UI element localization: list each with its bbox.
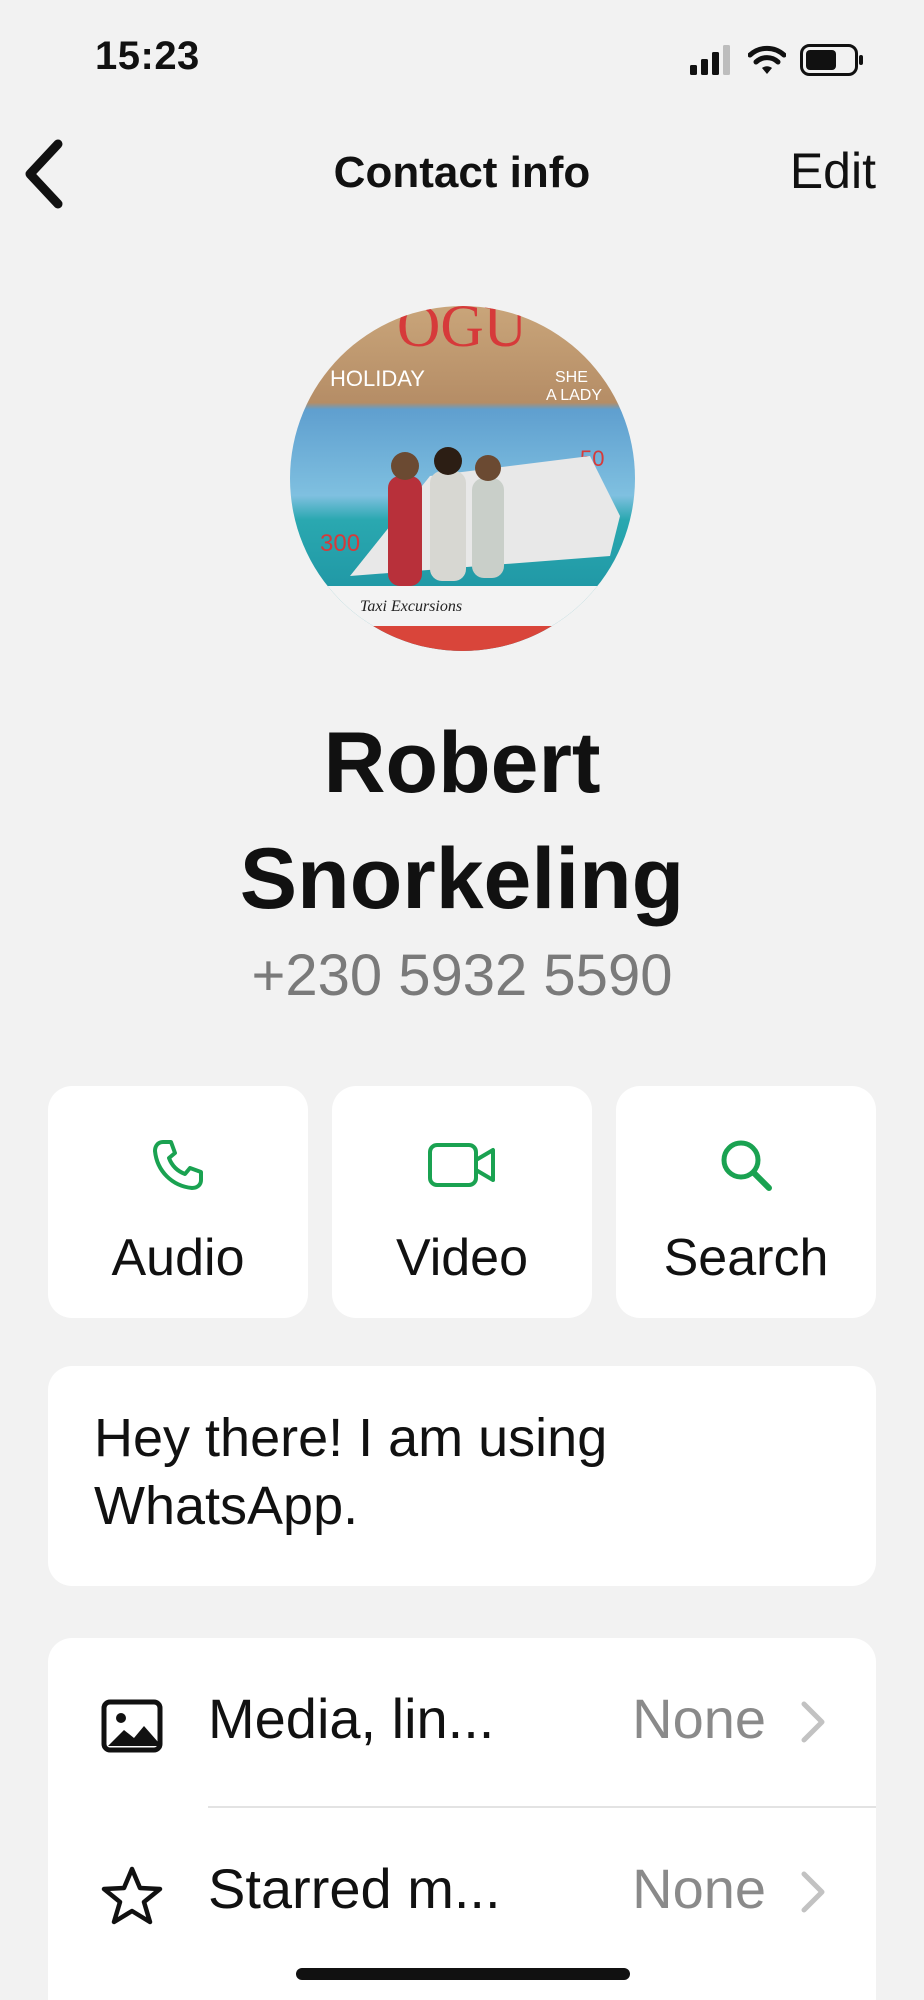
page-title: Contact info: [333, 148, 591, 197]
media-row-label: Media, lin...: [208, 1687, 495, 1750]
about-card[interactable]: Hey there! I am using WhatsApp.: [48, 1366, 876, 1586]
chevron-right-icon: [801, 1871, 825, 1913]
starred-row-label: Starred m...: [208, 1857, 501, 1920]
video-label: Video: [395, 1229, 529, 1287]
video-icon: [428, 1143, 495, 1187]
svg-text:OGU: OGU: [397, 306, 527, 359]
contact-name: Robert Snorkeling: [239, 715, 685, 927]
contact-phone: +230 5932 5590: [251, 943, 673, 1008]
svg-text:Taxi Excursions: Taxi Excursions: [360, 598, 462, 615]
starred-messages-row[interactable]: Starred m... None: [48, 1808, 876, 1978]
about-text: Hey there! I am using WhatsApp.: [94, 1408, 608, 1536]
search-icon: [721, 1140, 772, 1191]
status-icons: [690, 42, 864, 78]
wifi-icon: [748, 45, 786, 74]
svg-text:HOLIDAY: HOLIDAY: [330, 366, 425, 391]
home-indicator: [296, 1968, 630, 1980]
svg-text:300: 300: [320, 530, 360, 557]
chevron-right-icon: [801, 1701, 825, 1743]
svg-text:SHE: SHE: [555, 369, 588, 386]
search-button[interactable]: Search: [616, 1086, 876, 1318]
video-call-button[interactable]: Video: [332, 1086, 592, 1318]
avatar[interactable]: OGU HOLIDAY SHE A LADY 50 300 Taxi Excur…: [290, 306, 635, 651]
signal-icon: [690, 45, 730, 75]
search-label: Search: [663, 1229, 829, 1287]
media-links-docs-row[interactable]: Media, lin... None: [48, 1638, 876, 1808]
starred-row-value: None: [632, 1857, 766, 1920]
phone-icon: [153, 1140, 203, 1190]
audio-label: Audio: [111, 1229, 245, 1287]
battery-icon: [800, 44, 863, 76]
status-time: 15:23: [95, 34, 200, 78]
svg-text:A LADY: A LADY: [546, 387, 602, 404]
edit-button[interactable]: Edit: [790, 142, 876, 200]
media-row-value: None: [632, 1687, 766, 1750]
image-icon: [101, 1699, 163, 1753]
star-icon: [101, 1866, 163, 1925]
media-list: Media, lin... None Starred m... None: [48, 1638, 876, 2000]
audio-call-button[interactable]: Audio: [48, 1086, 308, 1318]
